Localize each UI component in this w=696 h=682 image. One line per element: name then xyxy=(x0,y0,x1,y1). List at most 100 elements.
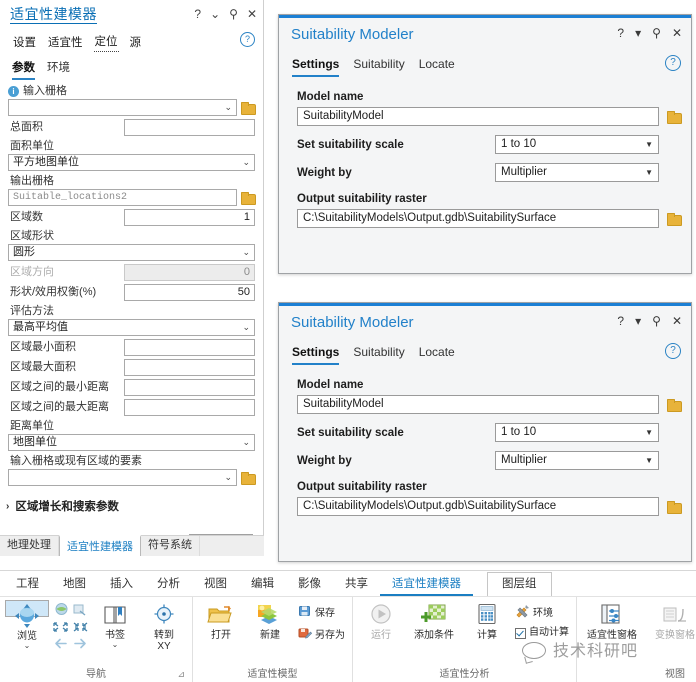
chevron-down-icon[interactable]: ▾ xyxy=(635,27,641,39)
region-shape-select[interactable]: 圆形 ⌄ xyxy=(8,244,255,261)
help-icon[interactable]: ? xyxy=(617,315,624,327)
calculate-button[interactable]: 计算 xyxy=(464,600,510,641)
close-icon[interactable]: ✕ xyxy=(672,315,682,327)
region-min-area-input[interactable] xyxy=(124,339,255,356)
forward-arrow-icon[interactable] xyxy=(72,637,89,653)
evaluation-method-select[interactable]: 最高平均值 ⌄ xyxy=(8,319,255,336)
caret-down-icon[interactable]: ⌄ xyxy=(24,642,31,650)
new-layers-icon xyxy=(256,602,284,628)
ribbon-tab-project[interactable]: 工程 xyxy=(4,573,51,596)
bookmark-book-icon xyxy=(102,602,128,628)
folder-icon[interactable] xyxy=(667,501,682,514)
gp-help-button[interactable]: ? xyxy=(240,32,255,47)
folder-icon[interactable] xyxy=(241,102,256,115)
ribbon-tab-analysis[interactable]: 分析 xyxy=(145,573,192,596)
next-extent-icon[interactable] xyxy=(72,621,89,636)
ribbon-group-navigate: 浏览 ⌄ 书签 ⌄ 转到 XY 导航 ⊿ xyxy=(0,597,193,682)
bottom-tab-symbology[interactable]: 符号系统 xyxy=(141,536,200,556)
ribbon-tab-imagery[interactable]: 影像 xyxy=(286,573,333,596)
folder-icon[interactable] xyxy=(667,213,682,226)
panel-help-button[interactable]: ? xyxy=(665,343,681,359)
nav-row-1 xyxy=(54,602,87,620)
region-max-distance-input[interactable] xyxy=(124,399,255,416)
tab-settings[interactable]: Settings xyxy=(292,57,340,77)
input-raster-select[interactable]: ⌄ xyxy=(8,99,237,116)
ribbon-tab-insert[interactable]: 插入 xyxy=(98,573,145,596)
total-area-input[interactable] xyxy=(124,119,255,136)
add-criteria-button[interactable]: 添加条件 xyxy=(407,600,461,641)
tab-suitability[interactable]: Suitability xyxy=(353,345,404,365)
gp-subtab-environments[interactable]: 环境 xyxy=(47,59,70,80)
region-min-distance-input[interactable] xyxy=(124,379,255,396)
tab-settings[interactable]: Settings xyxy=(292,345,340,365)
weight-by-dropdown[interactable]: Multiplier ▼ xyxy=(495,451,659,470)
folder-icon[interactable] xyxy=(241,472,256,485)
gp-subtab-parameters[interactable]: 参数 xyxy=(12,59,35,80)
close-icon[interactable]: ✕ xyxy=(247,8,257,20)
ribbon-tab-suitability-modeler[interactable]: 适宜性建模器 xyxy=(380,573,473,596)
open-button[interactable]: 打开 xyxy=(198,600,244,641)
pin-icon[interactable]: ⚲ xyxy=(652,27,661,39)
model-name-input[interactable]: SuitabilityModel xyxy=(297,395,659,414)
gp-tab-source[interactable]: 源 xyxy=(129,33,143,52)
suitability-pane-button[interactable]: 适宜性窗格 xyxy=(582,600,642,641)
gp-tab-settings[interactable]: 设置 xyxy=(12,33,37,52)
folder-icon[interactable] xyxy=(667,399,682,412)
folder-icon[interactable] xyxy=(667,111,682,124)
gp-titlebar: 适宜性建模器 ? ⌄ ⚲ ✕ xyxy=(0,0,263,30)
field-output-raster-label: 输出栅格 xyxy=(10,175,54,187)
help-circle-icon: ? xyxy=(665,55,681,71)
save-button[interactable]: 保存 xyxy=(296,603,347,624)
region-max-area-input[interactable] xyxy=(124,359,255,376)
gp-tab-suitability[interactable]: 适宜性 xyxy=(47,33,84,52)
region-growth-expander[interactable]: › 区域增长和搜索参数 xyxy=(0,489,263,516)
tab-locate[interactable]: Locate xyxy=(419,57,455,77)
output-raster-input[interactable]: C:\SuitabilityModels\Output.gdb\Suitabil… xyxy=(297,497,659,516)
weight-by-dropdown[interactable]: Multiplier ▼ xyxy=(495,163,659,182)
fixed-zoom-icon[interactable] xyxy=(72,602,87,620)
suitability-scale-dropdown[interactable]: 1 to 10 ▼ xyxy=(495,423,659,442)
bottom-tab-geoprocessing[interactable]: 地理处理 xyxy=(0,536,59,556)
pin-icon[interactable]: ⚲ xyxy=(229,8,238,20)
panel-help-button[interactable]: ? xyxy=(665,55,681,71)
full-extent-icon[interactable] xyxy=(54,602,69,620)
tab-locate[interactable]: Locate xyxy=(419,345,455,365)
explore-button[interactable]: 浏览 ⌄ xyxy=(5,600,49,650)
model-name-input[interactable]: SuitabilityModel xyxy=(297,107,659,126)
shape-utility-weight-input[interactable]: 50 xyxy=(124,284,255,301)
ribbon-tab-view[interactable]: 视图 xyxy=(192,573,239,596)
dialog-launcher-icon[interactable]: ⊿ xyxy=(177,668,185,680)
back-arrow-icon[interactable] xyxy=(52,637,69,653)
help-icon[interactable]: ? xyxy=(194,8,201,20)
existing-regions-select[interactable]: ⌄ xyxy=(8,469,237,486)
folder-icon[interactable] xyxy=(241,192,256,205)
new-button[interactable]: 新建 xyxy=(247,600,293,641)
number-of-regions-input[interactable]: 1 xyxy=(124,209,255,226)
chevron-down-icon[interactable]: ▾ xyxy=(635,315,641,327)
output-raster-input[interactable]: Suitable_locations2 xyxy=(8,189,237,206)
bookmarks-button[interactable]: 书签 ⌄ xyxy=(92,600,138,649)
ribbon-tab-group-layer[interactable]: 图层组 xyxy=(487,572,552,596)
previous-extent-icon[interactable] xyxy=(52,621,69,636)
pin-icon[interactable]: ⚲ xyxy=(652,315,661,327)
chevron-down-icon[interactable]: ⌄ xyxy=(210,8,220,20)
save-as-button[interactable]: 另存为 xyxy=(296,625,347,646)
ribbon-tab-map[interactable]: 地图 xyxy=(51,573,98,596)
output-raster-input[interactable]: C:\SuitabilityModels\Output.gdb\Suitabil… xyxy=(297,209,659,228)
ribbon-tab-edit[interactable]: 编辑 xyxy=(239,573,286,596)
go-to-xy-button[interactable]: 转到 XY xyxy=(141,600,187,652)
weight-by-value: Multiplier xyxy=(501,166,548,178)
tab-suitability[interactable]: Suitability xyxy=(353,57,404,77)
gp-tab-locate[interactable]: 定位 xyxy=(93,32,119,52)
distance-units-select[interactable]: 地图单位 ⌄ xyxy=(8,434,255,451)
ribbon-tab-share[interactable]: 共享 xyxy=(333,573,380,596)
help-icon[interactable]: ? xyxy=(617,27,624,39)
bottom-tab-suitability-modeler[interactable]: 适宜性建模器 xyxy=(59,535,141,556)
suitability-scale-dropdown[interactable]: 1 to 10 ▼ xyxy=(495,135,659,154)
close-icon[interactable]: ✕ xyxy=(672,27,682,39)
gp-pane-title: 适宜性建模器 xyxy=(10,6,97,24)
environments-button[interactable]: 环境 xyxy=(513,603,571,624)
field-shape-utility-weight: 形状/效用权衡(%) 50 xyxy=(8,284,255,301)
caret-down-icon[interactable]: ⌄ xyxy=(112,641,119,649)
area-units-select[interactable]: 平方地图单位 ⌄ xyxy=(8,154,255,171)
